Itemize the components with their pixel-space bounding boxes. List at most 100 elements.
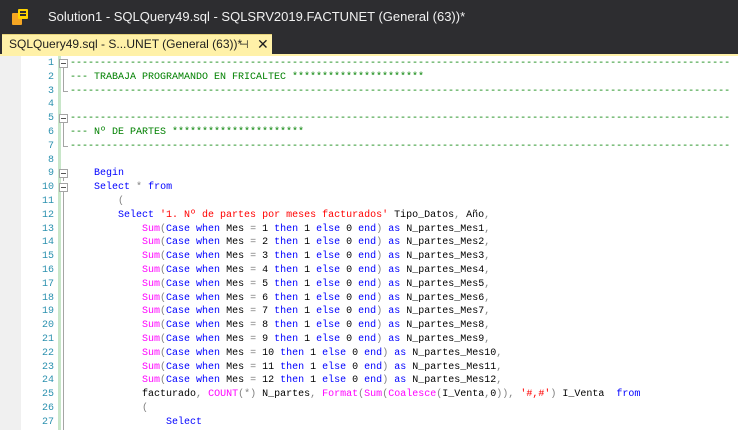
code-token: N_partes_Mes8 bbox=[400, 320, 485, 332]
fold-guide bbox=[59, 264, 68, 278]
code-token: as bbox=[388, 278, 401, 290]
code-token: (*) bbox=[238, 389, 257, 401]
code-token: Select bbox=[166, 416, 203, 428]
code-token: Sum bbox=[142, 347, 161, 359]
code-token: , bbox=[496, 347, 503, 359]
code-text: Sum(Case when Mes = 5 then 1 else 0 end)… bbox=[70, 278, 490, 292]
code-line[interactable]: 5 ---------------------------------------… bbox=[0, 112, 738, 127]
code-token: Mes bbox=[220, 278, 251, 290]
code-line[interactable]: 11 ( bbox=[0, 195, 738, 209]
code-line[interactable]: 16 Sum(Case when Mes = 4 then 1 else 0 e… bbox=[0, 264, 738, 278]
fold-guide bbox=[59, 388, 68, 402]
code-text: Sum(Case when Mes = 8 then 1 else 0 end)… bbox=[70, 319, 490, 333]
code-token: 0 bbox=[340, 292, 359, 304]
code-token: --- Nº DE PARTES ********************** bbox=[70, 127, 305, 138]
code-token: as bbox=[388, 334, 401, 345]
code-line[interactable]: 2 --- TRABAJA PROGRAMANDO EN FRICALTEC **… bbox=[0, 70, 738, 85]
tab-sqlquery49[interactable]: SQLQuery49.sql - S...UNET (General (63))… bbox=[2, 34, 272, 54]
code-text: facturado, COUNT(*) N_partes, Format(Sum… bbox=[70, 388, 640, 402]
code-token: 0 bbox=[346, 347, 365, 359]
code-token: Case when bbox=[166, 361, 221, 373]
collapse-icon[interactable] bbox=[59, 57, 68, 71]
line-number: 11 bbox=[41, 196, 54, 207]
collapse-icon[interactable] bbox=[59, 112, 68, 127]
code-token: Case when bbox=[166, 223, 221, 235]
code-line[interactable]: 26 ( bbox=[0, 402, 738, 416]
fold-guide bbox=[59, 333, 68, 347]
code-token: Sum bbox=[142, 265, 161, 276]
code-token: as bbox=[388, 320, 401, 332]
code-token: else bbox=[316, 278, 341, 290]
close-icon[interactable]: ✕ bbox=[257, 36, 269, 52]
code-text: Begin bbox=[70, 167, 124, 181]
code-token: 0 bbox=[340, 251, 359, 263]
code-token: Case when bbox=[166, 375, 221, 387]
code-line[interactable]: 27 Select bbox=[0, 415, 738, 430]
code-line[interactable]: 20 Sum(Case when Mes = 8 then 1 else 0 e… bbox=[0, 319, 738, 333]
code-line[interactable]: 3 ---------------------------------------… bbox=[0, 84, 738, 99]
code-token: Sum bbox=[142, 292, 161, 304]
code-token: Mes bbox=[220, 237, 251, 249]
code-line[interactable]: 25 facturado, COUNT(*) N_partes, Format(… bbox=[0, 388, 738, 402]
code-line[interactable]: 10 Select * from bbox=[0, 181, 738, 196]
code-token: from bbox=[148, 182, 173, 194]
code-token: 1 bbox=[298, 334, 317, 345]
code-line[interactable]: 17 Sum(Case when Mes = 5 then 1 else 0 e… bbox=[0, 277, 738, 292]
window-title: Solution1 - SQLQuery49.sql - SQLSRV2019.… bbox=[48, 9, 466, 24]
code-lines: 1 ---------------------------------------… bbox=[0, 56, 738, 430]
code-token: ----------------------------------------… bbox=[70, 113, 731, 125]
code-line[interactable]: 23 Sum(Case when Mes = 11 then 1 else 0 … bbox=[0, 360, 738, 375]
code-line[interactable]: 4 bbox=[0, 98, 738, 112]
code-token: as bbox=[388, 265, 401, 276]
collapse-icon[interactable] bbox=[59, 167, 68, 182]
code-line[interactable]: 13 Sum(Case when Mes = 1 then 1 else 0 e… bbox=[0, 222, 738, 237]
code-line[interactable]: 15 Sum(Case when Mes = 3 then 1 else 0 e… bbox=[0, 250, 738, 264]
code-token: as bbox=[388, 251, 401, 263]
line-number: 26 bbox=[41, 403, 54, 414]
code-token: Case when bbox=[166, 320, 221, 332]
code-token: Sum bbox=[142, 223, 161, 235]
line-number: 16 bbox=[41, 265, 54, 276]
code-line[interactable]: 8 bbox=[0, 154, 738, 168]
code-token: N_partes_Mes5 bbox=[400, 278, 485, 290]
line-number: 7 bbox=[47, 140, 54, 152]
code-token: )) bbox=[496, 389, 509, 401]
code-token: N_partes_Mes11 bbox=[406, 361, 497, 373]
code-line[interactable]: 22 Sum(Case when Mes = 10 then 1 else 0 … bbox=[0, 346, 738, 361]
code-token: 1 bbox=[304, 347, 323, 359]
code-token: , bbox=[484, 320, 491, 332]
code-token: 0 bbox=[340, 334, 359, 345]
code-token: facturado bbox=[70, 389, 197, 401]
code-token: N_partes_Mes2 bbox=[400, 237, 485, 249]
code-token: I_Venta bbox=[556, 389, 617, 401]
fold-guide bbox=[59, 319, 68, 333]
code-editor[interactable]: 1 ---------------------------------------… bbox=[0, 56, 738, 430]
code-line[interactable]: 24 Sum(Case when Mes = 12 then 1 else 0 … bbox=[0, 374, 738, 389]
code-token: , bbox=[484, 334, 491, 345]
fold-guide bbox=[59, 360, 68, 375]
code-line[interactable]: 12 Select '1. Nº de partes por meses fac… bbox=[0, 208, 738, 223]
fold-guide bbox=[59, 195, 68, 209]
collapse-icon[interactable] bbox=[59, 181, 68, 196]
code-line[interactable]: 19 Sum(Case when Mes = 7 then 1 else 0 e… bbox=[0, 305, 738, 320]
code-token: 0 bbox=[346, 361, 365, 373]
ssms-logo-icon[interactable] bbox=[10, 7, 30, 27]
pin-icon[interactable]: ⊣ bbox=[239, 38, 249, 51]
code-line[interactable]: 18 Sum(Case when Mes = 6 then 1 else 0 e… bbox=[0, 291, 738, 306]
code-line[interactable]: 7 ---------------------------------------… bbox=[0, 139, 738, 154]
code-text: ( bbox=[70, 402, 148, 416]
code-line[interactable]: 14 Sum(Case when Mes = 2 then 1 else 0 e… bbox=[0, 236, 738, 251]
code-token: then bbox=[274, 223, 299, 235]
code-line[interactable]: 6 --- Nº DE PARTES ********************** bbox=[0, 126, 738, 140]
code-line[interactable]: 1 ---------------------------------------… bbox=[0, 57, 738, 71]
code-line[interactable]: 21 Sum(Case when Mes = 9 then 1 else 0 e… bbox=[0, 333, 738, 347]
code-token: 1 bbox=[298, 278, 317, 290]
code-token: end bbox=[358, 334, 377, 345]
code-line[interactable]: 9 Begin bbox=[0, 167, 738, 182]
line-number: 23 bbox=[41, 361, 54, 373]
code-token: N_partes_Mes9 bbox=[400, 334, 485, 345]
code-token: 1 bbox=[298, 306, 317, 318]
code-token: '#,#' bbox=[520, 389, 551, 401]
code-token: Mes bbox=[220, 306, 251, 318]
